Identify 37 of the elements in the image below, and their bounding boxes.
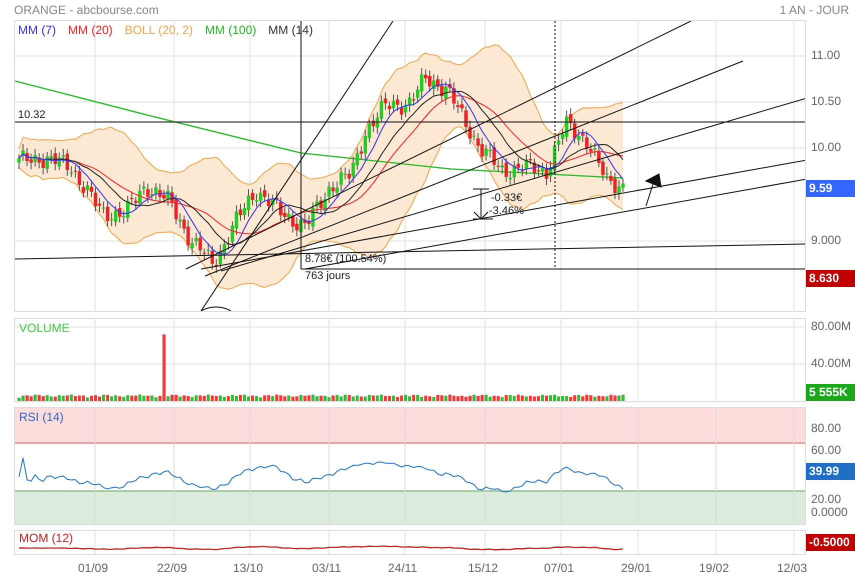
- legend-item: MM (7): [18, 23, 56, 37]
- axis-label: 10.00: [811, 140, 842, 154]
- arrow-icon: [644, 173, 662, 206]
- legend-item: MM (20): [68, 23, 113, 37]
- momentum-badge: -0.5000: [806, 534, 855, 551]
- price-badge: 9.59: [806, 180, 855, 197]
- axis-label: 24/11: [388, 561, 418, 575]
- axis-label: 80.00: [811, 421, 842, 435]
- level-label: 10.32: [18, 109, 46, 121]
- axis-label: 11.00: [811, 48, 840, 62]
- axis-label: 20.00: [811, 492, 842, 506]
- axis-label: 80.00M: [811, 319, 852, 333]
- axis-label: 01/09: [78, 561, 108, 575]
- axis-label: 0.0000: [811, 505, 848, 519]
- axis-label: 9.000: [811, 233, 842, 247]
- legend-item: BOLL (20, 2): [124, 23, 193, 37]
- panel-title: VOLUME: [19, 321, 70, 335]
- price-badge: 8.630: [806, 270, 855, 287]
- axis-label: 40.00M: [811, 356, 852, 370]
- period-label: 1 AN - JOUR: [780, 3, 849, 17]
- panel-title: RSI (14): [19, 410, 64, 424]
- rsi-badge: 39.99: [806, 463, 855, 480]
- axis-label: 22/09: [157, 561, 188, 575]
- chart-title: ORANGE - abcbourse.com: [14, 3, 159, 17]
- axis-label: 12/03: [777, 561, 808, 575]
- axis-label: 19/02: [699, 561, 730, 575]
- axis-label: 10.50: [811, 94, 842, 108]
- axis-label: 07/01: [544, 561, 574, 575]
- volume-badge: 5 555K: [806, 384, 855, 401]
- axis-label: 15/12: [468, 561, 498, 575]
- duration-label: 763 jours: [305, 270, 350, 282]
- axis-label: 13/10: [233, 561, 264, 575]
- legend-item: MM (100): [204, 23, 256, 37]
- axis-label: 29/01: [621, 561, 652, 575]
- axis-label: 60.00: [811, 443, 842, 457]
- axis-label: 03/11: [312, 561, 342, 575]
- panel-title: MOM (12): [19, 531, 73, 545]
